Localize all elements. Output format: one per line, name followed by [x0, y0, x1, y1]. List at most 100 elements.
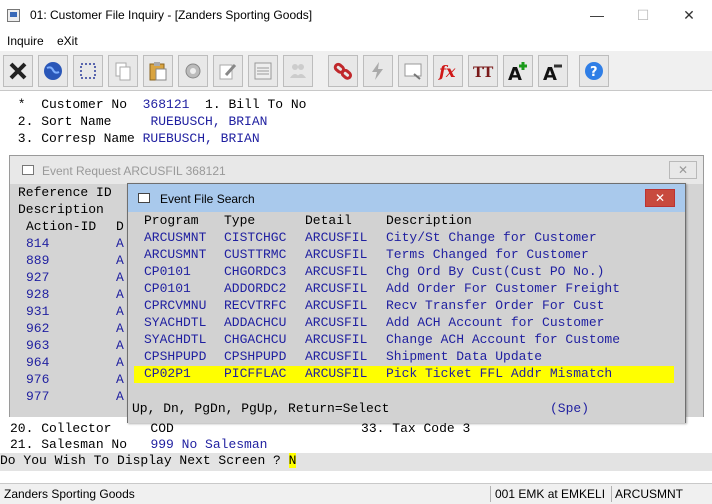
collector-line: 20. Collector COD 33. Tax Code 3	[10, 421, 471, 436]
prompt-answer-input[interactable]: N	[288, 453, 297, 468]
search-row[interactable]: CP0101 ADDORDC2 ARCUSFIL Add Order For Cust…	[134, 281, 674, 298]
cell-description: Change ACH Account for Custome	[386, 332, 621, 347]
cell-description: Add Order For Customer Freight	[386, 281, 621, 296]
screen-icon[interactable]	[398, 55, 428, 87]
action-d: A	[116, 253, 124, 268]
status-company: Zanders Sporting Goods	[4, 487, 135, 501]
action-id: 963	[26, 338, 50, 353]
search-header-row: Program Type Detail Description	[134, 213, 674, 230]
minimize-button[interactable]: —	[574, 0, 620, 31]
cell-description: Chg Ord By Cust(Cust PO No.)	[386, 264, 605, 279]
list-icon[interactable]	[248, 55, 278, 87]
window-title: 01: Customer File Inquiry - [Zanders Spo…	[30, 8, 313, 22]
search-footer-keys: Up, Dn, PgDn, PgUp, Return=Select	[132, 401, 390, 416]
svg-text:fx: fx	[438, 62, 456, 81]
lightning-icon[interactable]	[363, 55, 393, 87]
search-close-button[interactable]: ✕	[645, 189, 675, 207]
search-row[interactable]: SYACHDTL ADDACHCU ARCUSFIL Add ACH Account …	[134, 315, 674, 332]
cell-type: CHGACHCU	[224, 332, 287, 347]
cell-detail: ARCUSFIL	[305, 332, 368, 347]
search-row[interactable]: CPSHPUPD CPSHPUPD ARCUSFIL Shipment Data Up…	[134, 349, 674, 366]
search-footer-mode: (Spe)	[550, 401, 590, 416]
menu-exit[interactable]: eXit	[57, 34, 78, 48]
copy-icon[interactable]	[108, 55, 138, 87]
search-body: Program Type Detail Description ARCUSMNT…	[128, 212, 685, 423]
search-row[interactable]: SYACHDTL CHGACHCU ARCUSFIL Change ACH Accou…	[134, 332, 674, 349]
search-row[interactable]: ARCUSMNT CISTCHGC ARCUSFIL City/St Change f…	[134, 230, 674, 247]
menu-bar: Inquire eXit	[0, 31, 712, 51]
paste-icon[interactable]	[143, 55, 173, 87]
action-d: A	[116, 304, 124, 319]
header-description: Description	[386, 213, 472, 228]
sort-name-line: 2. Sort Name RUEBUSCH, BRIAN	[10, 114, 268, 129]
globe-icon[interactable]	[38, 55, 68, 87]
event-request-titlebar: Event Request ARCUSFIL 368121 ✕	[10, 156, 703, 184]
search-row[interactable]: CPRCVMNU RECVTRFC ARCUSFIL Recv Transfer Or…	[134, 298, 674, 315]
event-file-search-dialog: Event File Search ✕ Program Type Detail …	[127, 183, 686, 423]
header-program: Program	[144, 213, 199, 228]
help-icon[interactable]: ?	[579, 55, 609, 87]
reference-id-label: Reference ID	[18, 185, 112, 200]
svg-text:?: ?	[590, 65, 598, 80]
sort-name-value: RUEBUSCH, BRIAN	[150, 114, 268, 129]
cell-detail: ARCUSFIL	[305, 230, 368, 245]
corresp-name-line: 3. Corresp Name RUEBUSCH, BRIAN	[10, 131, 260, 146]
cell-detail: ARCUSFIL	[305, 349, 368, 364]
cell-description: City/St Change for Customer	[386, 230, 597, 245]
status-divider	[611, 486, 612, 502]
search-titlebar: Event File Search ✕	[128, 184, 685, 212]
cell-detail: ARCUSFIL	[305, 281, 368, 296]
action-id: 931	[26, 304, 50, 319]
action-d: A	[116, 287, 124, 302]
cell-program: ARCUSMNT	[144, 230, 207, 245]
header-detail: Detail	[305, 213, 352, 228]
corresp-name-value: RUEBUSCH, BRIAN	[142, 131, 260, 146]
people-icon[interactable]	[283, 55, 313, 87]
action-id: 814	[26, 236, 50, 251]
font-icon[interactable]: TT	[468, 55, 498, 87]
edit-icon[interactable]	[213, 55, 243, 87]
function-icon[interactable]: fx	[433, 55, 463, 87]
search-title: Event File Search	[160, 192, 255, 206]
menu-inquire[interactable]: Inquire	[7, 34, 44, 48]
action-id: 927	[26, 270, 50, 285]
action-d: A	[116, 372, 124, 387]
status-program: ARCUSMNT	[615, 487, 683, 501]
cell-description: Terms Changed for Customer	[386, 247, 589, 262]
cell-program: CP02P1	[144, 366, 191, 381]
cell-type: CPSHPUPD	[224, 349, 287, 364]
cell-type: ADDORDC2	[224, 281, 287, 296]
font-decrease-icon[interactable]: A	[538, 55, 568, 87]
search-row-selected[interactable]: CP02P1 PICFFLAC ARCUSFIL Pick Ticket FFL Ad…	[134, 366, 674, 383]
cell-detail: ARCUSFIL	[305, 264, 368, 279]
cell-type: CUSTTRMC	[224, 247, 287, 262]
close-window-button[interactable]: ✕	[666, 0, 712, 31]
header-type: Type	[224, 213, 256, 228]
status-bar: Zanders Sporting Goods 001 EMK at EMKELI…	[0, 483, 712, 504]
cell-program: CPRCVMNU	[144, 298, 207, 313]
cell-program: CP0101	[144, 264, 191, 279]
settings-icon[interactable]	[178, 55, 208, 87]
app-icon	[7, 9, 20, 22]
description-label: Description	[18, 202, 104, 217]
search-row[interactable]: CP0101 CHGORDC3 ARCUSFIL Chg Ord By Cust(Cu…	[134, 264, 674, 281]
select-icon[interactable]	[73, 55, 103, 87]
action-d: A	[116, 270, 124, 285]
window-icon	[22, 165, 34, 175]
status-divider	[490, 486, 491, 502]
cell-program: CPSHPUPD	[144, 349, 207, 364]
maximize-button[interactable]: ☐	[620, 0, 666, 31]
cell-program: SYACHDTL	[144, 332, 207, 347]
event-request-close-button[interactable]: ✕	[669, 161, 697, 179]
cell-description: Pick Ticket FFL Addr Mismatch	[386, 366, 613, 381]
font-increase-icon[interactable]: A	[503, 55, 533, 87]
window-icon	[138, 193, 150, 203]
action-d: A	[116, 389, 124, 404]
link-icon[interactable]	[328, 55, 358, 87]
customer-no-line: * Customer No 368121 1. Bill To No	[10, 97, 307, 112]
close-icon[interactable]	[3, 55, 33, 87]
search-row[interactable]: ARCUSMNT CUSTTRMC ARCUSFIL Terms Changed fo…	[134, 247, 674, 264]
cell-description: Add ACH Account for Customer	[386, 315, 605, 330]
action-id: 964	[26, 355, 50, 370]
salesman-line: 21. Salesman No 999 No Salesman	[10, 437, 268, 452]
